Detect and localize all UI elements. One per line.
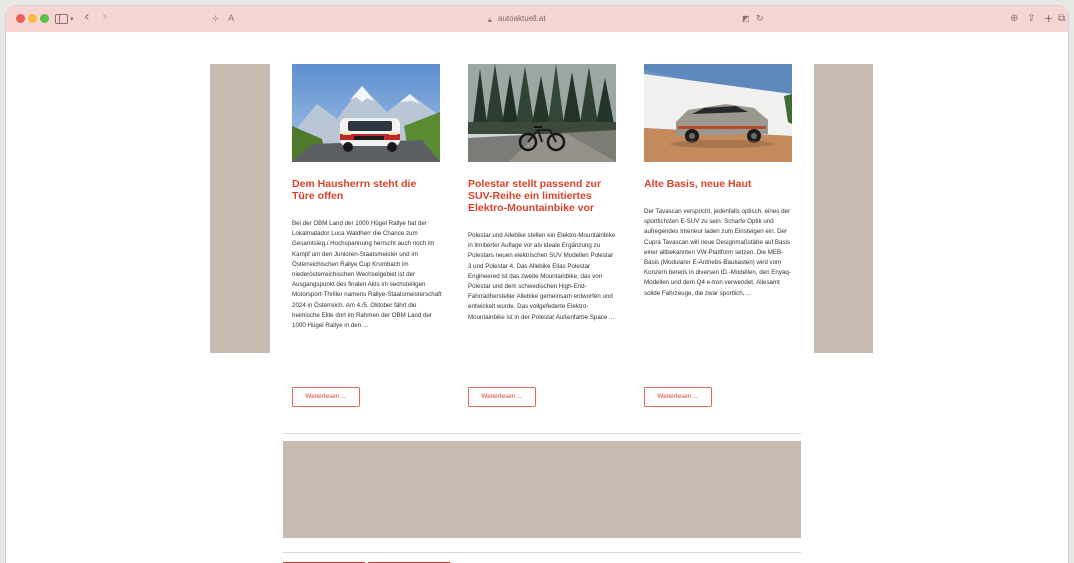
read-more-button[interactable]: Weiterlesen ... [644, 387, 712, 407]
new-tab-button[interactable]: + [1044, 10, 1053, 28]
address-bar[interactable]: autoaktuell.at [498, 12, 546, 26]
sidebar-toggle-icon[interactable] [55, 10, 68, 30]
browser-window: ▾ ‹ › ⊹ A 🔒︎ autoaktuell.at ◩ ↻ ⊕ ⇪ + ⧉ [6, 6, 1068, 563]
article-card: Dem Hausherrn steht die Türe offen Bei d… [292, 64, 442, 407]
article-excerpt: Polestar und Allebike stellen ein Elektr… [468, 232, 616, 321]
forward-button[interactable]: › [102, 8, 108, 26]
section-divider [283, 433, 801, 434]
section-divider [283, 552, 801, 553]
article-excerpt: Bei der OBM Land der 1000 Hügel Rallye h… [292, 220, 442, 330]
mountain-bike-photo[interactable] [468, 64, 616, 162]
privacy-icon[interactable]: ⊹ [212, 10, 219, 28]
article-card: Alte Basis, neue Haut Der Tavascan versp… [644, 64, 794, 407]
ad-placeholder-bottom [283, 441, 801, 538]
cupra-suv-photo[interactable] [644, 64, 792, 162]
text-size-button[interactable]: A [228, 10, 234, 28]
article-card: Polestar stellt passend zur SUV-Reihe ei… [468, 64, 618, 407]
downloads-icon[interactable]: ⊕ [1010, 10, 1018, 28]
read-more-button[interactable]: Weiterlesen ... [468, 387, 536, 407]
close-window-button[interactable] [16, 14, 25, 23]
lock-icon: 🔒︎ [488, 16, 492, 24]
reload-icon[interactable]: ↻ [756, 10, 764, 28]
ad-placeholder-right [814, 64, 873, 353]
tab-overview-icon[interactable]: ⧉ [1058, 10, 1065, 28]
browser-toolbar: ▾ ‹ › ⊹ A 🔒︎ autoaktuell.at ◩ ↻ ⊕ ⇪ + ⧉ [6, 6, 1068, 32]
article-excerpt: Der Tavascan verspricht, jedenfalls opti… [644, 208, 791, 297]
article-title[interactable]: Alte Basis, neue Haut [644, 178, 792, 190]
share-icon[interactable]: ⇪ [1027, 10, 1035, 28]
translate-icon[interactable]: ◩ [742, 10, 750, 28]
maximize-window-button[interactable] [40, 14, 49, 23]
article-title[interactable]: Polestar stellt passend zur SUV-Reihe ei… [468, 178, 616, 214]
chevron-down-icon[interactable]: ▾ [70, 10, 74, 28]
back-button[interactable]: ‹ [84, 8, 90, 26]
article-title[interactable]: Dem Hausherrn steht die Türe offen [292, 178, 440, 202]
ad-placeholder-left [210, 64, 270, 353]
minimize-window-button[interactable] [28, 14, 37, 23]
read-more-button[interactable]: Weiterlesen ... [292, 387, 360, 407]
rally-car-photo[interactable] [292, 64, 440, 162]
